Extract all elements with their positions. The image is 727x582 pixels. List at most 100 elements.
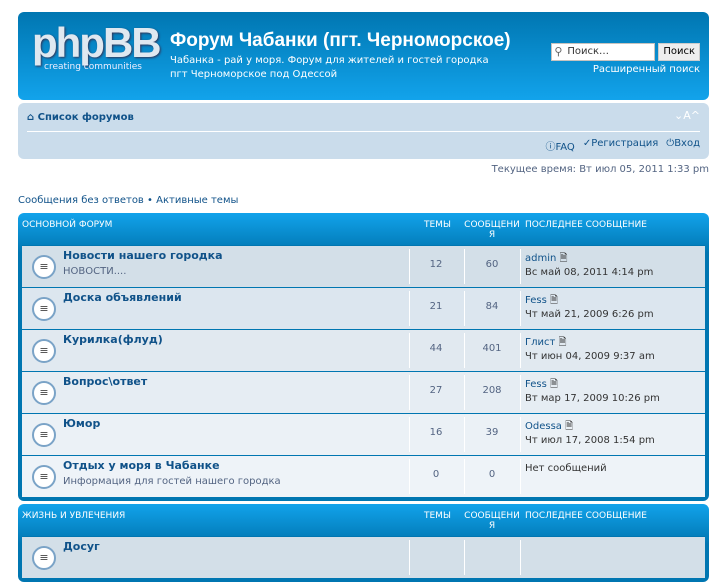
forum-title-link[interactable]: Отдых у моря в Чабанке: [63, 459, 220, 472]
forum-row: ≡ Досуг: [22, 536, 705, 578]
search-icon: ⚲: [554, 45, 563, 58]
last-post: Fess 🗎 Вт мар 17, 2009 10:26 pm: [525, 378, 660, 406]
divider: [520, 333, 521, 368]
divider: [464, 459, 465, 494]
forum-read-icon: ≡: [32, 297, 56, 321]
forum-title-link[interactable]: Доска объявлений: [63, 291, 182, 304]
forum-title-link[interactable]: Новости нашего городка: [63, 249, 223, 262]
divider: [409, 291, 410, 326]
category-title[interactable]: Жизнь и увлечения: [22, 511, 125, 521]
divider: [520, 249, 521, 284]
forum-title-link[interactable]: Юмор: [63, 417, 100, 430]
last-post-date: Чт май 21, 2009 6:26 pm: [525, 309, 654, 320]
last-post-date: Вт мар 17, 2009 10:26 pm: [525, 393, 660, 404]
site-title: Форум Чабанки (пгт. Черноморское): [170, 30, 511, 51]
forum-read-icon: ≡: [32, 465, 56, 489]
topics-count: 21: [429, 301, 443, 312]
divider: [464, 291, 465, 326]
last-post: Нет сообщений: [525, 462, 607, 476]
category-header: Основной форум Темы Сообщени я Последнее…: [22, 213, 705, 245]
view-latest-post-icon[interactable]: 🗎: [559, 337, 567, 348]
last-post-date: Вс май 08, 2011 4:14 pm: [525, 267, 654, 278]
divider: [520, 540, 521, 575]
posts-header: Сообщени я: [464, 511, 520, 531]
forum-description: НОВОСТИ....: [63, 266, 127, 277]
quick-links: Сообщения без ответов • Активные темы: [18, 195, 239, 206]
register-link[interactable]: ✓Регистрация: [583, 138, 658, 153]
register-icon: ✓: [582, 138, 592, 149]
category-title[interactable]: Основной форум: [22, 220, 112, 230]
divider: [409, 333, 410, 368]
login-link[interactable]: ⏻Вход: [666, 138, 700, 153]
view-latest-post-icon[interactable]: 🗎: [550, 379, 558, 390]
search-button[interactable]: Поиск: [658, 43, 700, 61]
category-block: Основной форум Темы Сообщени я Последнее…: [18, 213, 709, 501]
posts-count: 60: [485, 259, 499, 270]
forum-row: ≡ Курилка(флуд) 44 401 Глист 🗎 Чт июн 04,…: [22, 329, 705, 371]
unanswered-link[interactable]: Сообщения без ответов: [18, 195, 144, 206]
forum-title-link[interactable]: Курилка(флуд): [63, 333, 163, 346]
view-latest-post-icon[interactable]: 🗎: [565, 421, 573, 432]
topics-count: 16: [429, 427, 443, 438]
forum-description: Информация для гостей нашего городка: [63, 476, 281, 487]
site-header: phpBB creating communities Форум Чабанки…: [18, 12, 709, 100]
font-size-toggle[interactable]: ⌄A^: [674, 109, 700, 122]
phpbb-logo[interactable]: phpBB creating communities: [32, 22, 162, 74]
search-input[interactable]: ⚲ Поиск…: [551, 43, 656, 61]
category-block: Жизнь и увлечения Темы Сообщени я Послед…: [18, 504, 709, 582]
divider: [409, 375, 410, 410]
forum-read-icon: ≡: [32, 546, 56, 570]
search-box: ⚲ Поиск… Поиск: [551, 43, 700, 61]
forum-index-link[interactable]: ⌂ Список форумов: [27, 112, 134, 123]
divider: [27, 131, 700, 132]
last-post-date: Чт июн 04, 2009 9:37 am: [525, 351, 655, 362]
active-topics-link[interactable]: Активные темы: [156, 195, 238, 206]
topics-count: 44: [429, 343, 443, 354]
last-post: admin 🗎 Вс май 08, 2011 4:14 pm: [525, 252, 653, 280]
forum-row: ≡ Отдых у моря в Чабанке Информация для …: [22, 455, 705, 497]
advanced-search-link[interactable]: Расширенный поиск: [593, 64, 700, 75]
divider: [464, 249, 465, 284]
last-post-header: Последнее сообщение: [525, 511, 647, 521]
divider: [409, 459, 410, 494]
power-icon: ⏻: [666, 138, 675, 149]
posts-count: 0: [488, 469, 496, 480]
posts-header: Сообщени я: [464, 220, 520, 240]
view-latest-post-icon[interactable]: 🗎: [550, 295, 558, 306]
last-post-author[interactable]: Fess: [525, 295, 547, 306]
forum-read-icon: ≡: [32, 255, 56, 279]
topics-count: 27: [429, 385, 443, 396]
forum-title-link[interactable]: Вопрос\ответ: [63, 375, 147, 388]
divider: [409, 540, 410, 575]
forum-read-icon: ≡: [32, 381, 56, 405]
home-icon: ⌂: [27, 112, 38, 123]
site-description: Чабанка - рай у моря. Форум для жителей …: [170, 55, 489, 80]
last-post: Fess 🗎 Чт май 21, 2009 6:26 pm: [525, 294, 654, 322]
last-post-author[interactable]: Fess: [525, 379, 547, 390]
category-header: Жизнь и увлечения Темы Сообщени я Послед…: [22, 504, 705, 536]
forum-row: ≡ Юмор 16 39 Odessa 🗎 Чт июл 17, 2008 1:5…: [22, 413, 705, 455]
divider: [520, 459, 521, 494]
view-latest-post-icon[interactable]: 🗎: [560, 253, 568, 264]
divider: [464, 333, 465, 368]
divider: [409, 249, 410, 284]
last-post-author[interactable]: Odessa: [525, 421, 562, 432]
divider: [520, 375, 521, 410]
forum-row: ≡ Доска объявлений 21 84 Fess 🗎 Чт май 21…: [22, 287, 705, 329]
faq-link[interactable]: ⓘFAQ: [545, 138, 574, 153]
forum-read-icon: ≡: [32, 339, 56, 363]
last-post-header: Последнее сообщение: [525, 220, 647, 230]
last-post: Odessa 🗎 Чт июл 17, 2008 1:54 pm: [525, 420, 655, 448]
divider: [464, 417, 465, 452]
help-icon: ⓘ: [545, 142, 556, 153]
posts-count: 39: [485, 427, 499, 438]
divider: [520, 291, 521, 326]
current-time: Текущее время: Вт июл 05, 2011 1:33 pm: [491, 164, 709, 175]
forum-row: ≡ Новости нашего городка НОВОСТИ.... 12 …: [22, 245, 705, 287]
no-posts: Нет сообщений: [525, 463, 607, 474]
last-post-author[interactable]: admin: [525, 253, 556, 264]
last-post-author[interactable]: Глист: [525, 337, 555, 348]
forum-title-link[interactable]: Досуг: [63, 540, 100, 553]
posts-count: 208: [482, 385, 502, 396]
divider: [409, 417, 410, 452]
